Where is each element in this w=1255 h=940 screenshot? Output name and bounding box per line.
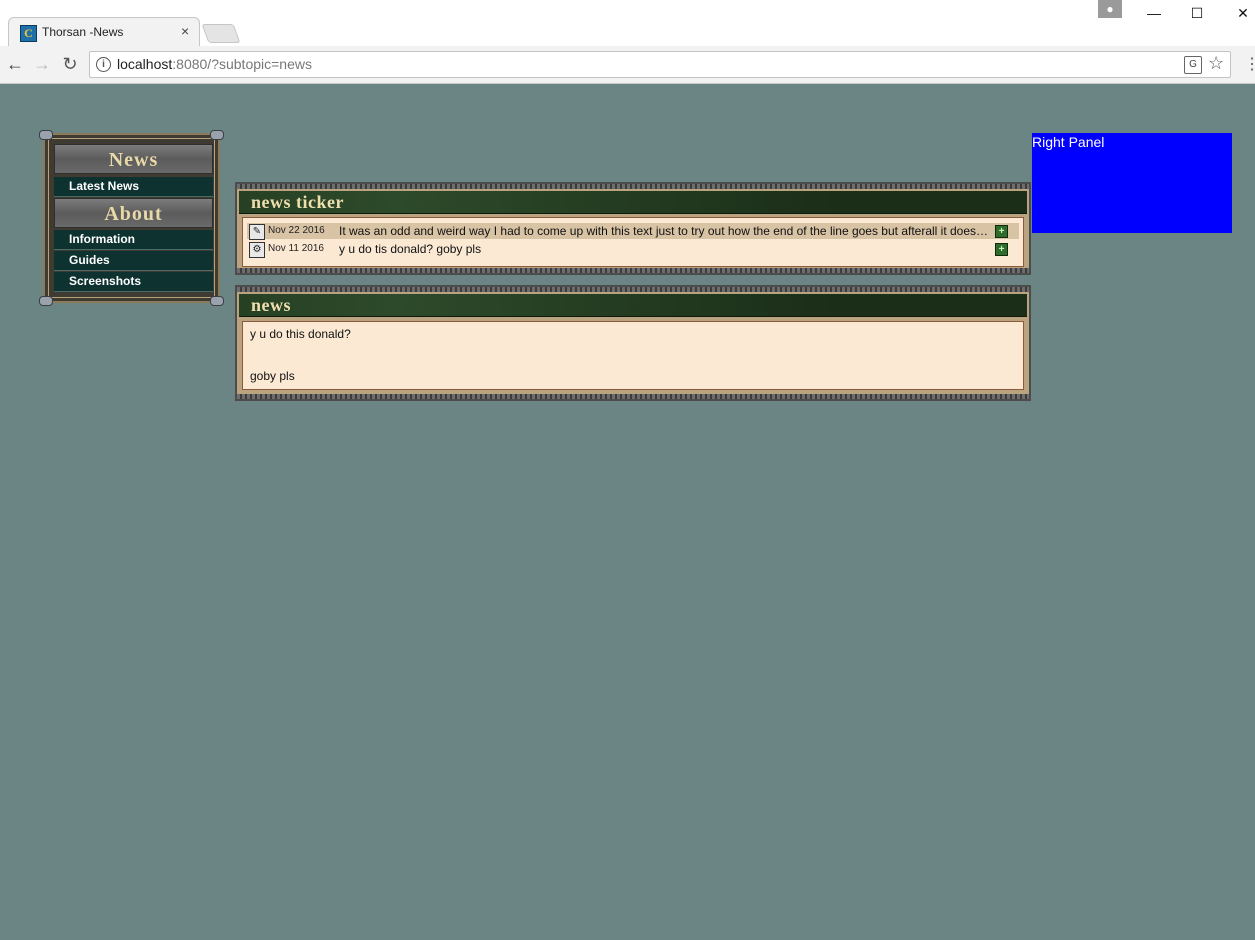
corner-ornament: [39, 130, 53, 140]
news-ticker-body: ✎ Nov 22 2016 It was an odd and weird wa…: [242, 217, 1024, 267]
ticker-date: Nov 11 2016: [268, 243, 324, 254]
news-panel: news y u do this donald? goby pls: [235, 285, 1031, 401]
news-type-icon: ⚙: [249, 242, 265, 258]
news-text-line: goby pls: [250, 369, 295, 383]
panel-rail: [237, 287, 1029, 292]
site-favicon-icon: C: [20, 25, 37, 42]
right-panel-label: Right Panel: [1032, 134, 1105, 150]
browser-toolbar: ← → ↻ i localhost:8080/?subtopic=news G …: [0, 46, 1255, 84]
ticker-row: ⚙ Nov 11 2016 y u do tis donald? goby pl…: [247, 241, 1019, 258]
ticker-text: y u do tis donald? goby pls: [339, 242, 482, 256]
panel-rail: [237, 394, 1029, 399]
browser-tab[interactable]: C Thorsan -News ×: [8, 17, 200, 47]
window-close-icon[interactable]: ✕: [1233, 4, 1253, 22]
ticker-text: It was an odd and weird way I had to com…: [339, 224, 989, 238]
news-title: news: [239, 294, 1027, 317]
translate-icon[interactable]: G: [1184, 56, 1202, 74]
news-type-icon: ✎: [249, 224, 265, 240]
reload-icon[interactable]: ↻: [60, 54, 80, 74]
news-ticker-panel: news ticker ✎ Nov 22 2016 It was an odd …: [235, 182, 1031, 275]
maximize-icon[interactable]: ☐: [1187, 4, 1207, 22]
minimize-icon[interactable]: —: [1144, 4, 1164, 22]
news-text-line: y u do this donald?: [250, 327, 351, 341]
news-body: y u do this donald? goby pls: [242, 321, 1024, 390]
menu-header-news[interactable]: News: [54, 144, 213, 174]
url-host: localhost: [117, 56, 173, 72]
news-ticker-title: news ticker: [239, 191, 1027, 214]
profile-icon[interactable]: ●: [1098, 0, 1122, 18]
right-panel: Right Panel: [1032, 133, 1232, 233]
info-icon[interactable]: i: [96, 57, 111, 72]
ticker-row: ✎ Nov 22 2016 It was an odd and weird wa…: [247, 223, 1019, 240]
corner-ornament: [210, 296, 224, 306]
forward-arrow-icon[interactable]: →: [32, 54, 52, 74]
menu-item-information[interactable]: Information: [54, 230, 213, 250]
panel-rail: [237, 184, 1029, 189]
tab-close-icon[interactable]: ×: [181, 23, 189, 39]
menu-item-screenshots[interactable]: Screenshots: [54, 272, 213, 292]
back-arrow-icon[interactable]: ←: [5, 54, 25, 74]
url-path: :8080/?subtopic=news: [172, 56, 312, 72]
star-icon[interactable]: ☆: [1208, 53, 1224, 74]
url-text: localhost:8080/?subtopic=news: [117, 56, 312, 72]
menu-header-about[interactable]: About: [54, 198, 213, 228]
ticker-date: Nov 22 2016: [268, 225, 325, 236]
menu-icon[interactable]: ⋮: [1244, 54, 1255, 74]
corner-ornament: [39, 296, 53, 306]
corner-ornament: [210, 130, 224, 140]
left-menu: News Latest News About Information Guide…: [39, 130, 224, 306]
new-tab-button[interactable]: [201, 24, 241, 43]
expand-plus-icon[interactable]: +: [995, 225, 1008, 238]
tab-title: Thorsan -News: [42, 25, 124, 39]
menu-item-guides[interactable]: Guides: [54, 251, 213, 271]
browser-tabstrip: C Thorsan -News × ● — ☐ ✕: [0, 0, 1255, 47]
expand-plus-icon[interactable]: +: [995, 243, 1008, 256]
menu-item-latest-news[interactable]: Latest News: [54, 177, 213, 197]
address-bar[interactable]: i localhost:8080/?subtopic=news G ☆: [89, 51, 1231, 78]
panel-rail: [237, 268, 1029, 273]
